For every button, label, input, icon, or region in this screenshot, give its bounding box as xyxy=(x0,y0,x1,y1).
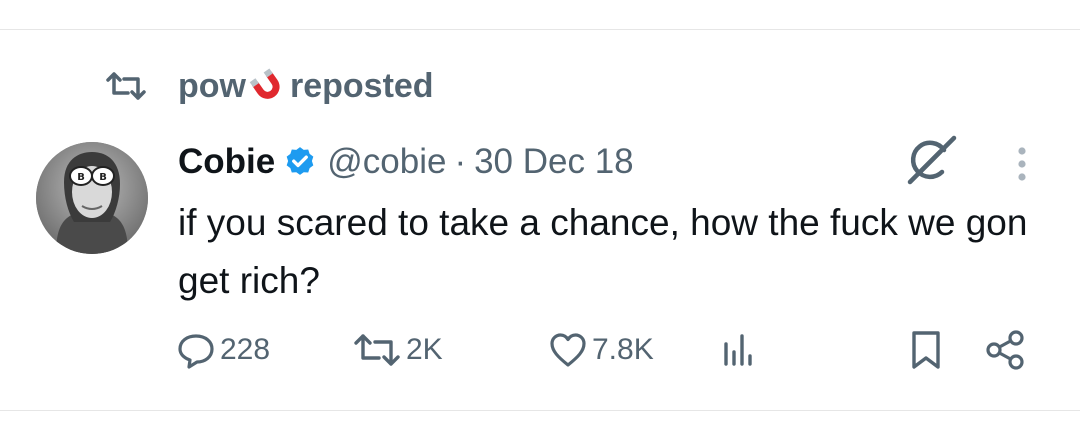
repost-button[interactable]: 2K xyxy=(352,326,443,374)
like-button[interactable]: 7.8K xyxy=(548,326,654,374)
reply-button[interactable]: 228 xyxy=(176,326,270,374)
author-handle[interactable]: @cobie xyxy=(327,142,446,182)
grok-icon[interactable] xyxy=(900,130,962,192)
repost-action-icon xyxy=(352,332,402,368)
avatar[interactable]: B B xyxy=(36,142,148,254)
separator-dot: · xyxy=(454,142,467,181)
svg-text:B: B xyxy=(99,172,107,183)
repost-label: reposted xyxy=(289,66,434,105)
repost-icon xyxy=(104,71,148,101)
bookmark-button[interactable] xyxy=(906,326,946,374)
share-button[interactable] xyxy=(984,326,1028,374)
repost-count: 2K xyxy=(406,333,443,366)
reply-icon xyxy=(176,330,216,370)
views-button[interactable] xyxy=(718,326,758,374)
analytics-icon xyxy=(718,330,758,370)
reply-count: 228 xyxy=(220,333,271,366)
repost-indicator[interactable]: pow reposted xyxy=(104,62,434,110)
heart-icon xyxy=(548,331,588,369)
more-options-icon[interactable] xyxy=(1008,142,1036,186)
share-icon xyxy=(984,328,1028,372)
magnet-emoji xyxy=(248,67,286,105)
post-header: Cobie @cobie · 30 Dec 18 xyxy=(178,136,634,188)
author-name[interactable]: Cobie xyxy=(178,142,275,182)
bottom-divider xyxy=(0,410,1080,411)
post-text: if you scared to take a chance, how the … xyxy=(178,202,1028,301)
svg-text:B: B xyxy=(77,172,85,183)
like-count: 7.8K xyxy=(592,333,654,366)
verified-badge-icon xyxy=(283,145,317,179)
reposter-name[interactable]: pow xyxy=(178,67,246,106)
post-date[interactable]: 30 Dec 18 xyxy=(474,142,634,182)
top-divider xyxy=(0,29,1080,30)
bookmark-icon xyxy=(906,328,946,372)
